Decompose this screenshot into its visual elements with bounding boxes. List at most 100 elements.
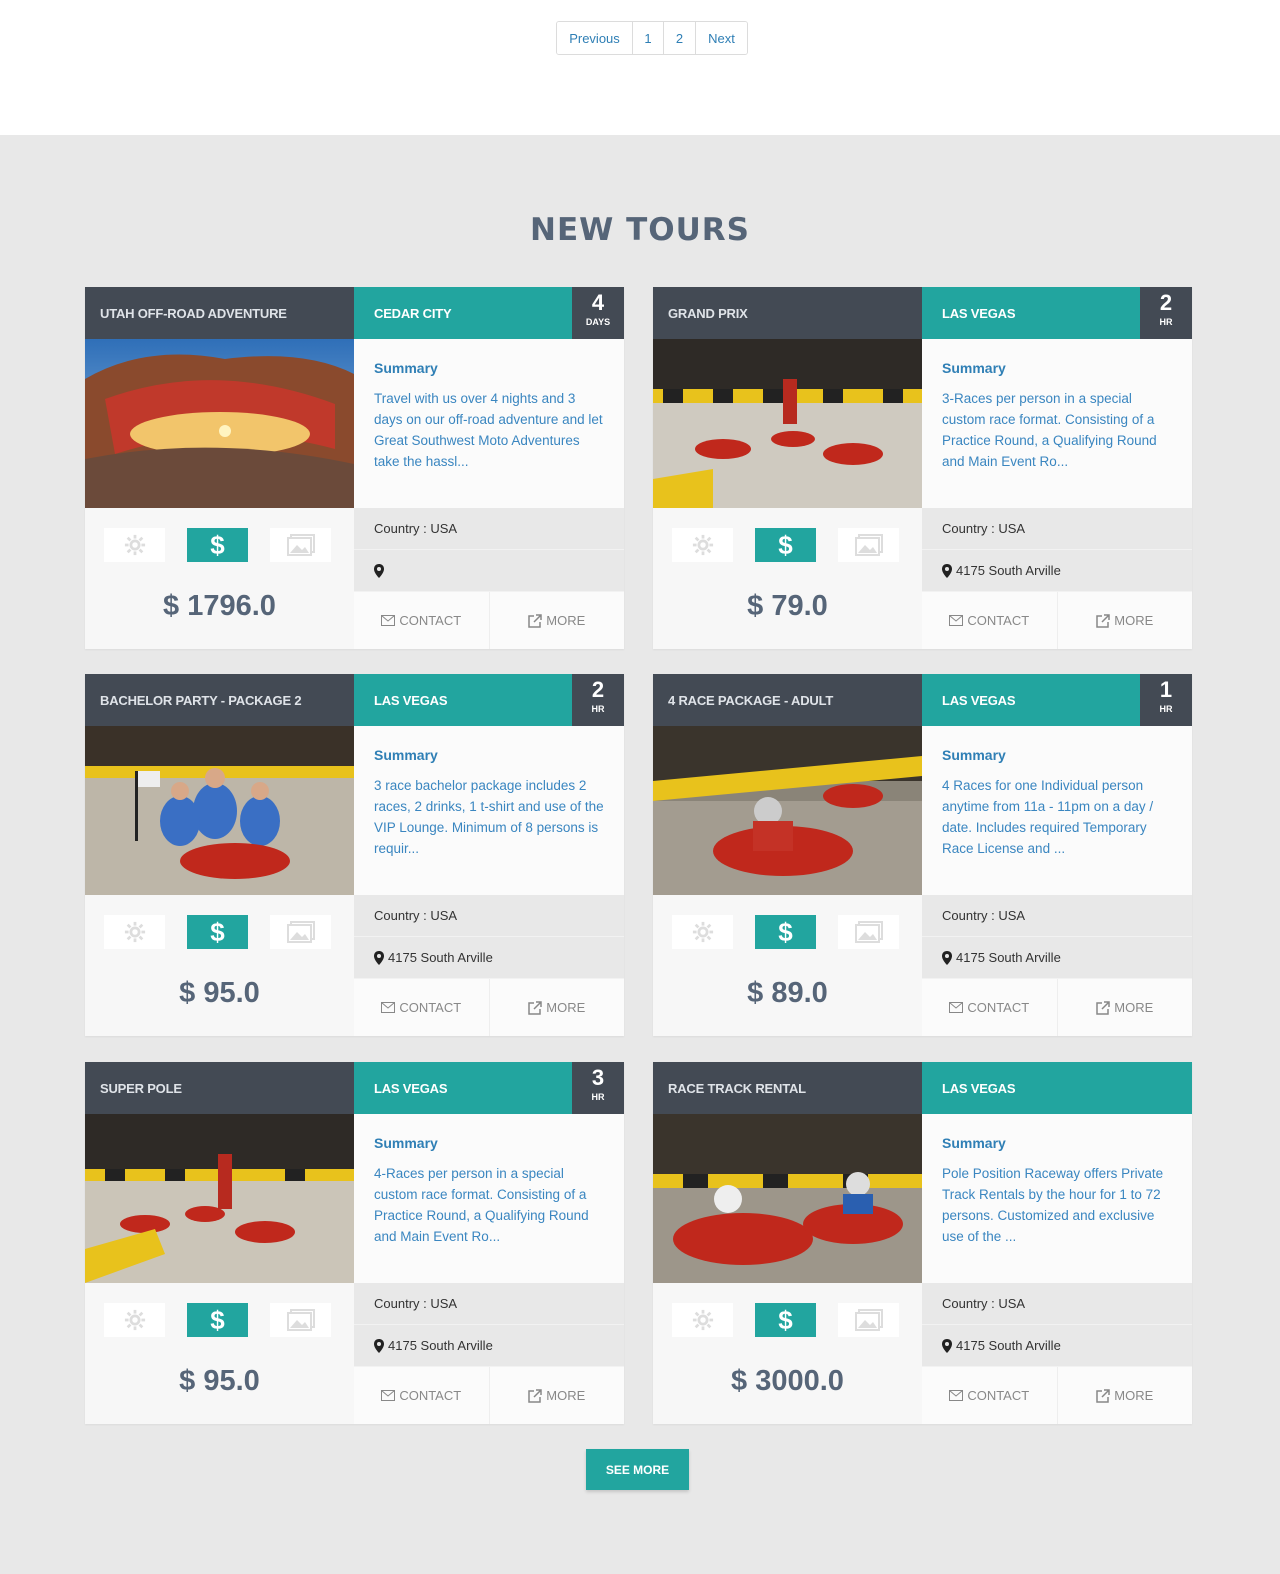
tour-price: $ 79.0 [747, 590, 828, 622]
tour-name[interactable]: UTAH OFF-ROAD ADVENTURE [85, 287, 354, 339]
tour-address-row: 4175 South Arville [922, 937, 1192, 979]
gallery-button[interactable] [270, 528, 331, 562]
tour-address-row [354, 550, 624, 592]
gear-icon [124, 921, 145, 943]
gallery-button[interactable] [270, 1303, 331, 1337]
gear-button[interactable] [104, 528, 165, 562]
tour-icons: $ $ 1796.0 [85, 508, 354, 649]
tour-card: SUPER POLE LAS VEGAS 3 HR Summary 4-Race… [85, 1062, 624, 1424]
contact-label: CONTACT [399, 1000, 462, 1015]
tour-photo[interactable] [85, 726, 354, 895]
gear-icon [692, 1309, 713, 1331]
gallery-button[interactable] [270, 915, 331, 949]
gear-button[interactable] [672, 915, 733, 949]
gallery-icon [854, 921, 883, 943]
pagination-bar: Previous 1 2 Next [0, 0, 1280, 135]
tour-photo[interactable] [85, 339, 354, 508]
contact-label: CONTACT [967, 613, 1030, 628]
pagination-page-2[interactable]: 2 [664, 22, 696, 54]
tour-info: Country : USA 4175 South Arville [922, 895, 1192, 979]
summary-title: Summary [942, 360, 1006, 376]
contact-button[interactable]: CONTACT [354, 979, 490, 1036]
gear-button[interactable] [672, 1303, 733, 1337]
pagination-previous[interactable]: Previous [557, 22, 633, 54]
summary-text: Pole Position Raceway offers Private Tra… [942, 1166, 1164, 1244]
summary-text: 4 Races for one Individual person anytim… [942, 778, 1154, 856]
tour-icons: $ $ 95.0 [85, 895, 354, 1036]
tour-country: Country : USA [922, 895, 1192, 937]
tour-country: Country : USA [354, 895, 624, 937]
dollar-button[interactable]: $ [755, 915, 816, 949]
dollar-icon: $ [210, 916, 225, 947]
gallery-button[interactable] [838, 528, 899, 562]
duration-unit: DAYS [585, 317, 611, 327]
gear-button[interactable] [672, 528, 733, 562]
pagination-page-1[interactable]: 1 [633, 22, 664, 54]
tour-name[interactable]: SUPER POLE [85, 1062, 354, 1114]
tour-name[interactable]: GRAND PRIX [653, 287, 922, 339]
gear-icon [692, 921, 713, 943]
dollar-button[interactable]: $ [755, 1303, 816, 1337]
tour-photo[interactable] [653, 1114, 922, 1283]
contact-button[interactable]: CONTACT [922, 979, 1058, 1036]
pagination-next[interactable]: Next [696, 22, 747, 54]
more-button[interactable]: MORE [1058, 979, 1193, 1036]
tour-actions: CONTACT MORE [354, 979, 624, 1036]
duration-badge: 4 DAYS [572, 287, 624, 339]
duration-unit: HR [1159, 317, 1173, 327]
see-more-button[interactable]: SEE MORE [586, 1449, 689, 1490]
tour-country: Country : USA [922, 1283, 1192, 1325]
tour-photo[interactable] [653, 726, 922, 895]
more-label: MORE [546, 613, 586, 628]
duration-badge: 3 HR [572, 1062, 624, 1114]
tour-name[interactable]: BACHELOR PARTY - PACKAGE 2 [85, 674, 354, 726]
envelope-icon [381, 1002, 396, 1013]
gear-button[interactable] [104, 1303, 165, 1337]
summary-title: Summary [942, 1135, 1006, 1151]
tour-summary: Summary 3-Races per person in a special … [922, 339, 1192, 508]
envelope-icon [949, 1002, 964, 1013]
tour-photo[interactable] [653, 339, 922, 508]
more-button[interactable]: MORE [490, 979, 625, 1036]
dollar-button[interactable]: $ [755, 528, 816, 562]
gallery-button[interactable] [838, 915, 899, 949]
tour-card: UTAH OFF-ROAD ADVENTURE CEDAR CITY 4 DAY… [85, 287, 624, 649]
tour-actions: CONTACT MORE [922, 1367, 1192, 1424]
dollar-button[interactable]: $ [187, 528, 248, 562]
tour-address-row: 4175 South Arville [354, 1325, 624, 1367]
tour-name[interactable]: RACE TRACK RENTAL [653, 1062, 922, 1114]
tour-city: LAS VEGAS [922, 1062, 1192, 1114]
dollar-button[interactable]: $ [187, 1303, 248, 1337]
more-button[interactable]: MORE [490, 592, 625, 649]
contact-label: CONTACT [399, 613, 462, 628]
contact-button[interactable]: CONTACT [922, 1367, 1058, 1424]
tour-card: GRAND PRIX LAS VEGAS 2 HR Summary 3-Race… [653, 287, 1192, 649]
summary-text: 3-Races per person in a special custom r… [942, 391, 1157, 469]
more-label: MORE [546, 1000, 586, 1015]
dollar-button[interactable]: $ [187, 915, 248, 949]
contact-button[interactable]: CONTACT [922, 592, 1058, 649]
contact-button[interactable]: CONTACT [354, 1367, 490, 1424]
map-marker-icon [942, 1338, 952, 1353]
gear-button[interactable] [104, 915, 165, 949]
contact-label: CONTACT [967, 1000, 1030, 1015]
more-button[interactable]: MORE [1058, 1367, 1193, 1424]
tour-actions: CONTACT MORE [354, 1367, 624, 1424]
summary-text: Travel with us over 4 nights and 3 days … [374, 391, 603, 469]
more-button[interactable]: MORE [490, 1367, 625, 1424]
duration-unit: HR [1159, 704, 1173, 714]
tour-photo[interactable] [85, 1114, 354, 1283]
more-button[interactable]: MORE [1058, 592, 1193, 649]
tour-icons: $ $ 95.0 [85, 1283, 354, 1424]
tour-country: Country : USA [354, 508, 624, 550]
tour-name[interactable]: 4 RACE PACKAGE - ADULT [653, 674, 922, 726]
contact-button[interactable]: CONTACT [354, 592, 490, 649]
tour-info: Country : USA 4175 South Arville [922, 508, 1192, 592]
envelope-icon [381, 1390, 396, 1401]
tour-summary: Summary 4 Races for one Individual perso… [922, 726, 1192, 895]
gallery-icon [854, 534, 883, 556]
gallery-button[interactable] [838, 1303, 899, 1337]
tour-card: 4 RACE PACKAGE - ADULT LAS VEGAS 1 HR Su… [653, 674, 1192, 1036]
gear-icon [124, 534, 145, 556]
tour-actions: CONTACT MORE [354, 592, 624, 649]
